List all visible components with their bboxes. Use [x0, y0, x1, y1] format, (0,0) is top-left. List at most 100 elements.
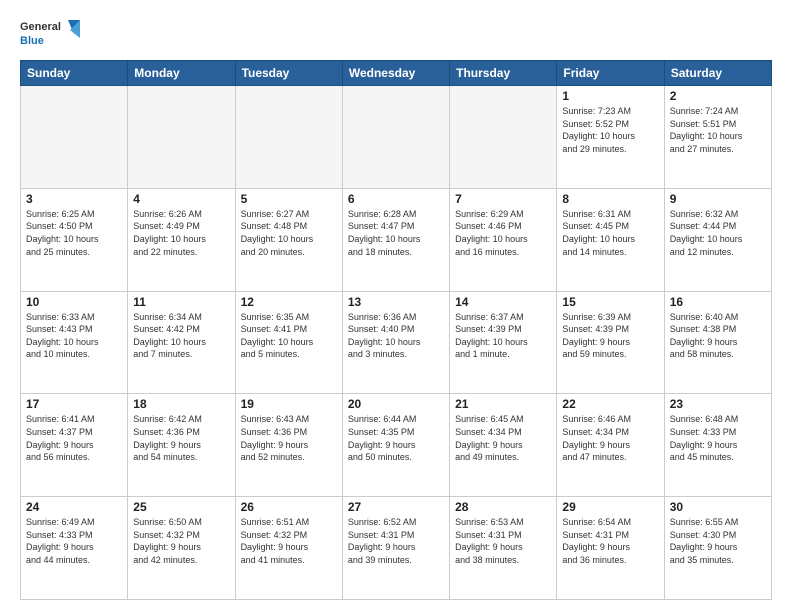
weekday-header-tuesday: Tuesday: [235, 61, 342, 86]
calendar-cell: 1 Sunrise: 7:23 AM Sunset: 5:52 PM Daylig…: [557, 86, 664, 189]
weekday-header-thursday: Thursday: [450, 61, 557, 86]
day-info: Sunrise: 6:27 AM Sunset: 4:48 PM Dayligh…: [241, 208, 337, 258]
calendar-cell: 22Sunrise: 6:46 AM Sunset: 4:34 PM Dayli…: [557, 394, 664, 497]
day-number: 10: [26, 295, 122, 309]
calendar-cell: 14 Sunrise: 6:37 AM Sunset: 4:39 PM Dayli…: [450, 291, 557, 394]
day-number: 27: [348, 500, 444, 514]
calendar-table: SundayMondayTuesdayWednesdayThursdayFrid…: [20, 60, 772, 600]
calendar-cell: 29 Sunrise: 6:54 AM Sunset: 4:31 PM Dayli…: [557, 497, 664, 600]
day-number: 30: [670, 500, 766, 514]
day-info: Sunrise: 6:51 AM Sunset: 4:32 PM Dayligh…: [241, 516, 337, 566]
calendar-cell: [128, 86, 235, 189]
day-info: Sunrise: 6:41 AM Sunset: 4:37 PM Dayligh…: [26, 413, 122, 463]
calendar-week-3: 17Sunrise: 6:41 AM Sunset: 4:37 PM Dayli…: [21, 394, 772, 497]
day-info: Sunrise: 6:55 AM Sunset: 4:30 PM Dayligh…: [670, 516, 766, 566]
calendar-week-2: 10 Sunrise: 6:33 AM Sunset: 4:43 PM Dayli…: [21, 291, 772, 394]
weekday-header-row: SundayMondayTuesdayWednesdayThursdayFrid…: [21, 61, 772, 86]
calendar-cell: 5 Sunrise: 6:27 AM Sunset: 4:48 PM Daylig…: [235, 188, 342, 291]
day-number: 20: [348, 397, 444, 411]
calendar-week-1: 3 Sunrise: 6:25 AM Sunset: 4:50 PM Daylig…: [21, 188, 772, 291]
weekday-header-friday: Friday: [557, 61, 664, 86]
weekday-header-saturday: Saturday: [664, 61, 771, 86]
calendar-cell: 12 Sunrise: 6:35 AM Sunset: 4:41 PM Dayli…: [235, 291, 342, 394]
logo-svg: General Blue: [20, 16, 80, 52]
day-number: 28: [455, 500, 551, 514]
day-info: Sunrise: 6:45 AM Sunset: 4:34 PM Dayligh…: [455, 413, 551, 463]
day-number: 11: [133, 295, 229, 309]
calendar-cell: 20 Sunrise: 6:44 AM Sunset: 4:35 PM Dayli…: [342, 394, 449, 497]
day-info: Sunrise: 6:54 AM Sunset: 4:31 PM Dayligh…: [562, 516, 658, 566]
weekday-header-monday: Monday: [128, 61, 235, 86]
day-number: 3: [26, 192, 122, 206]
day-info: Sunrise: 6:29 AM Sunset: 4:46 PM Dayligh…: [455, 208, 551, 258]
day-info: Sunrise: 6:50 AM Sunset: 4:32 PM Dayligh…: [133, 516, 229, 566]
day-number: 14: [455, 295, 551, 309]
day-number: 9: [670, 192, 766, 206]
page: General Blue SundayMondayTuesdayWednesda…: [0, 0, 792, 612]
calendar-cell: 7 Sunrise: 6:29 AM Sunset: 4:46 PM Daylig…: [450, 188, 557, 291]
day-info: Sunrise: 6:28 AM Sunset: 4:47 PM Dayligh…: [348, 208, 444, 258]
day-info: Sunrise: 6:43 AM Sunset: 4:36 PM Dayligh…: [241, 413, 337, 463]
calendar-cell: 16Sunrise: 6:40 AM Sunset: 4:38 PM Dayli…: [664, 291, 771, 394]
calendar-cell: [235, 86, 342, 189]
day-info: Sunrise: 6:35 AM Sunset: 4:41 PM Dayligh…: [241, 311, 337, 361]
svg-text:General: General: [20, 21, 61, 33]
calendar-cell: 27Sunrise: 6:52 AM Sunset: 4:31 PM Dayli…: [342, 497, 449, 600]
calendar-cell: 19Sunrise: 6:43 AM Sunset: 4:36 PM Dayli…: [235, 394, 342, 497]
day-number: 6: [348, 192, 444, 206]
calendar-cell: 10 Sunrise: 6:33 AM Sunset: 4:43 PM Dayli…: [21, 291, 128, 394]
calendar-cell: 17Sunrise: 6:41 AM Sunset: 4:37 PM Dayli…: [21, 394, 128, 497]
calendar-cell: 30 Sunrise: 6:55 AM Sunset: 4:30 PM Dayli…: [664, 497, 771, 600]
day-info: Sunrise: 6:44 AM Sunset: 4:35 PM Dayligh…: [348, 413, 444, 463]
day-info: Sunrise: 6:32 AM Sunset: 4:44 PM Dayligh…: [670, 208, 766, 258]
day-info: Sunrise: 7:23 AM Sunset: 5:52 PM Dayligh…: [562, 105, 658, 155]
day-number: 8: [562, 192, 658, 206]
calendar-cell: 18 Sunrise: 6:42 AM Sunset: 4:36 PM Dayli…: [128, 394, 235, 497]
day-info: Sunrise: 6:25 AM Sunset: 4:50 PM Dayligh…: [26, 208, 122, 258]
day-number: 4: [133, 192, 229, 206]
day-number: 7: [455, 192, 551, 206]
day-number: 18: [133, 397, 229, 411]
day-number: 12: [241, 295, 337, 309]
day-info: Sunrise: 7:24 AM Sunset: 5:51 PM Dayligh…: [670, 105, 766, 155]
calendar-cell: 13Sunrise: 6:36 AM Sunset: 4:40 PM Dayli…: [342, 291, 449, 394]
calendar-cell: 28Sunrise: 6:53 AM Sunset: 4:31 PM Dayli…: [450, 497, 557, 600]
day-info: Sunrise: 6:42 AM Sunset: 4:36 PM Dayligh…: [133, 413, 229, 463]
calendar-cell: 6 Sunrise: 6:28 AM Sunset: 4:47 PM Daylig…: [342, 188, 449, 291]
day-number: 13: [348, 295, 444, 309]
day-info: Sunrise: 6:39 AM Sunset: 4:39 PM Dayligh…: [562, 311, 658, 361]
day-info: Sunrise: 6:31 AM Sunset: 4:45 PM Dayligh…: [562, 208, 658, 258]
day-number: 29: [562, 500, 658, 514]
day-info: Sunrise: 6:48 AM Sunset: 4:33 PM Dayligh…: [670, 413, 766, 463]
calendar-cell: 9 Sunrise: 6:32 AM Sunset: 4:44 PM Daylig…: [664, 188, 771, 291]
calendar-week-4: 24Sunrise: 6:49 AM Sunset: 4:33 PM Dayli…: [21, 497, 772, 600]
day-number: 1: [562, 89, 658, 103]
day-info: Sunrise: 6:33 AM Sunset: 4:43 PM Dayligh…: [26, 311, 122, 361]
svg-text:Blue: Blue: [20, 35, 44, 47]
calendar-cell: 25 Sunrise: 6:50 AM Sunset: 4:32 PM Dayli…: [128, 497, 235, 600]
day-number: 25: [133, 500, 229, 514]
calendar-cell: [450, 86, 557, 189]
calendar-cell: 3 Sunrise: 6:25 AM Sunset: 4:50 PM Daylig…: [21, 188, 128, 291]
weekday-header-sunday: Sunday: [21, 61, 128, 86]
calendar-cell: [21, 86, 128, 189]
day-info: Sunrise: 6:37 AM Sunset: 4:39 PM Dayligh…: [455, 311, 551, 361]
day-number: 23: [670, 397, 766, 411]
day-number: 15: [562, 295, 658, 309]
header: General Blue: [20, 16, 772, 52]
weekday-header-wednesday: Wednesday: [342, 61, 449, 86]
calendar-cell: 26Sunrise: 6:51 AM Sunset: 4:32 PM Dayli…: [235, 497, 342, 600]
calendar-cell: 15 Sunrise: 6:39 AM Sunset: 4:39 PM Dayli…: [557, 291, 664, 394]
day-number: 24: [26, 500, 122, 514]
day-info: Sunrise: 6:46 AM Sunset: 4:34 PM Dayligh…: [562, 413, 658, 463]
calendar-cell: [342, 86, 449, 189]
calendar-cell: 24Sunrise: 6:49 AM Sunset: 4:33 PM Dayli…: [21, 497, 128, 600]
logo: General Blue: [20, 16, 80, 52]
calendar-cell: 21Sunrise: 6:45 AM Sunset: 4:34 PM Dayli…: [450, 394, 557, 497]
calendar-cell: 8 Sunrise: 6:31 AM Sunset: 4:45 PM Daylig…: [557, 188, 664, 291]
day-number: 5: [241, 192, 337, 206]
day-info: Sunrise: 6:26 AM Sunset: 4:49 PM Dayligh…: [133, 208, 229, 258]
calendar-week-0: 1 Sunrise: 7:23 AM Sunset: 5:52 PM Daylig…: [21, 86, 772, 189]
calendar-cell: 4 Sunrise: 6:26 AM Sunset: 4:49 PM Daylig…: [128, 188, 235, 291]
calendar-cell: 11Sunrise: 6:34 AM Sunset: 4:42 PM Dayli…: [128, 291, 235, 394]
